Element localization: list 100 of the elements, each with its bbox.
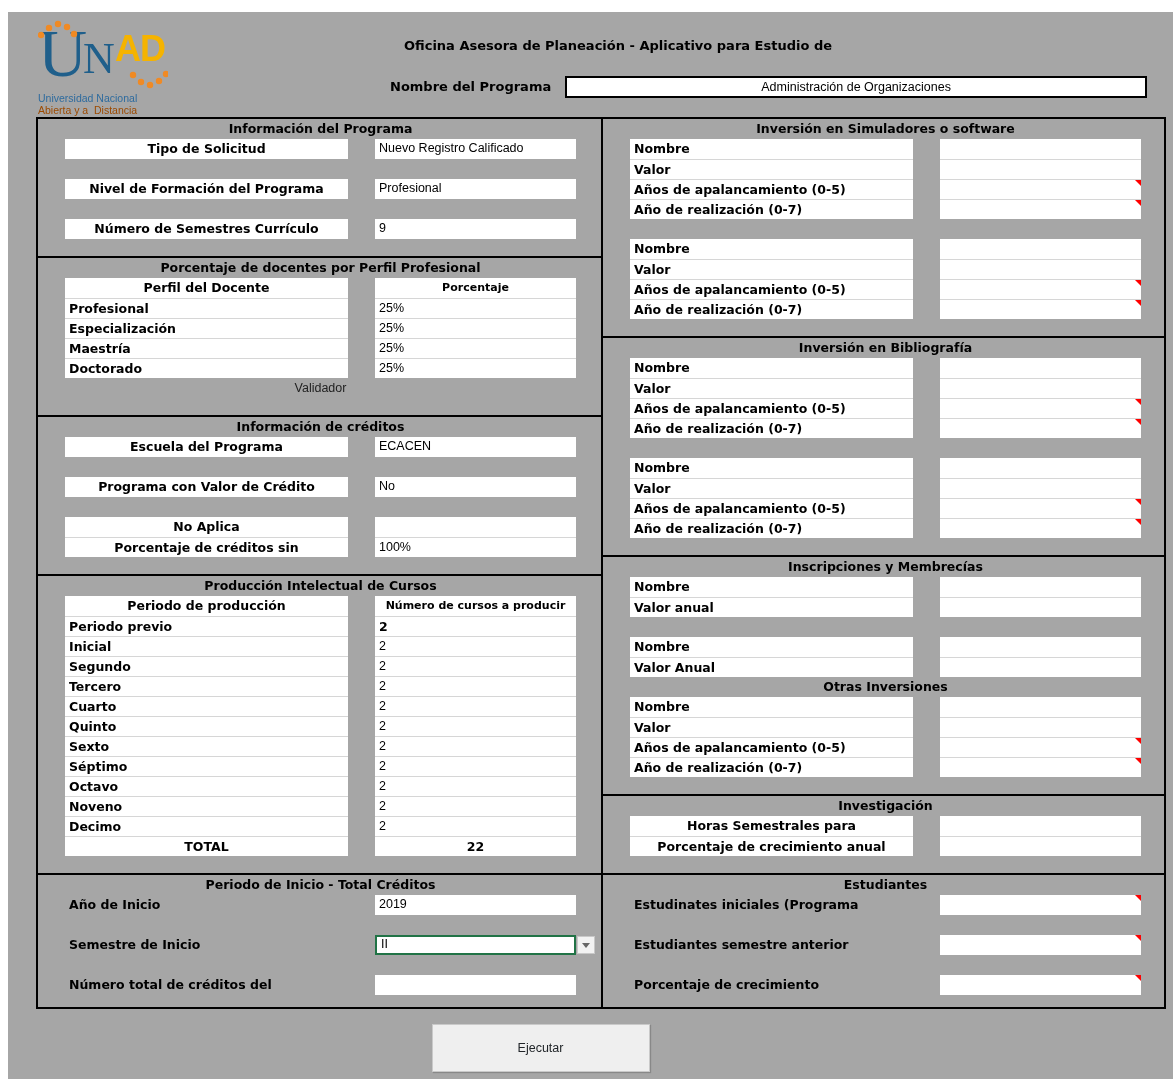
input-field[interactable] bbox=[940, 577, 1141, 597]
input-field[interactable]: Profesional bbox=[375, 179, 576, 199]
field-label: Valor bbox=[630, 378, 913, 398]
input-field[interactable]: 25% bbox=[375, 338, 576, 358]
input-field[interactable] bbox=[940, 418, 1141, 438]
input-field[interactable]: ECACEN bbox=[375, 437, 576, 457]
input-field[interactable]: 25% bbox=[375, 358, 576, 378]
field-label: Estudinates iniciales (Programa bbox=[633, 896, 860, 914]
field-label: Año de Inicio bbox=[68, 896, 162, 914]
field-label: No Aplica bbox=[65, 517, 348, 537]
input-field[interactable] bbox=[940, 597, 1141, 617]
section-title: Información del Programa bbox=[228, 120, 413, 138]
section-title: Información de créditos bbox=[236, 418, 405, 436]
input-field[interactable] bbox=[940, 697, 1141, 717]
input-field[interactable]: 2 bbox=[375, 736, 576, 756]
input-field[interactable]: Nuevo Registro Calificado bbox=[375, 139, 576, 159]
input-field[interactable] bbox=[940, 757, 1141, 777]
input-field[interactable]: 2019 bbox=[375, 895, 576, 915]
field-label: Valor Anual bbox=[630, 657, 913, 677]
input-field[interactable]: 2 bbox=[375, 656, 576, 676]
input-field[interactable]: 9 bbox=[375, 219, 576, 239]
input-field[interactable] bbox=[940, 816, 1141, 836]
field-label: Porcentaje de créditos sin bbox=[65, 537, 348, 557]
field-label: Segundo bbox=[65, 656, 348, 676]
input-field[interactable]: 2 bbox=[375, 696, 576, 716]
input-field[interactable] bbox=[940, 159, 1141, 179]
column-header: Porcentaje bbox=[375, 278, 576, 298]
logo-text: AD bbox=[114, 31, 165, 67]
field-label: Nombre bbox=[630, 239, 913, 259]
field-label: Número de Semestres Currículo bbox=[65, 219, 348, 239]
field-label: Octavo bbox=[65, 776, 348, 796]
input-field[interactable] bbox=[940, 975, 1141, 995]
input-field[interactable] bbox=[940, 259, 1141, 279]
field-label: Porcentaje de crecimiento bbox=[633, 976, 820, 994]
caret-icon bbox=[582, 942, 590, 948]
input-field[interactable] bbox=[940, 895, 1141, 915]
input-field[interactable] bbox=[940, 637, 1141, 657]
input-field[interactable] bbox=[940, 935, 1141, 955]
dropdown-button[interactable] bbox=[577, 936, 595, 954]
field-label: Valor bbox=[630, 717, 913, 737]
input-field[interactable]: 2 bbox=[375, 616, 576, 636]
input-field[interactable]: 2 bbox=[375, 676, 576, 696]
field-label: Doctorado bbox=[65, 358, 348, 378]
input-field[interactable]: 2 bbox=[375, 716, 576, 736]
field-label: Decimo bbox=[65, 816, 348, 836]
field-label: Número total de créditos del bbox=[68, 976, 273, 994]
input-field[interactable] bbox=[940, 836, 1141, 856]
field-label: Años de apalancamiento (0-5) bbox=[630, 179, 913, 199]
input-field[interactable]: II bbox=[375, 935, 576, 955]
input-field[interactable] bbox=[940, 139, 1141, 159]
field-label: Nombre del Programa bbox=[390, 78, 552, 97]
input-field[interactable] bbox=[940, 358, 1141, 378]
input-field[interactable]: 2 bbox=[375, 756, 576, 776]
input-field[interactable]: 2 bbox=[375, 776, 576, 796]
field-label: Noveno bbox=[65, 796, 348, 816]
page-title: Oficina Asesora de Planeación - Aplicativo para Estudio de bbox=[403, 37, 833, 55]
input-field[interactable] bbox=[940, 657, 1141, 677]
input-field[interactable] bbox=[940, 279, 1141, 299]
section-title: Periodo de Inicio - Total Créditos bbox=[205, 876, 436, 894]
field-label: Séptimo bbox=[65, 756, 348, 776]
input-field[interactable]: No bbox=[375, 477, 576, 497]
input-field[interactable] bbox=[375, 975, 576, 995]
input-field[interactable] bbox=[940, 458, 1141, 478]
input-field[interactable] bbox=[940, 498, 1141, 518]
field-label: Años de apalancamiento (0-5) bbox=[630, 737, 913, 757]
section-title: Inscripciones y Membrecías bbox=[788, 558, 983, 576]
input-field[interactable] bbox=[940, 398, 1141, 418]
field-label: Maestría bbox=[65, 338, 348, 358]
input-field[interactable]: 2 bbox=[375, 796, 576, 816]
field-label: Estudiantes semestre anterior bbox=[633, 936, 850, 954]
execute-button[interactable]: Ejecutar bbox=[431, 1024, 650, 1072]
input-field[interactable]: 2 bbox=[375, 816, 576, 836]
column-header: Número de cursos a producir bbox=[375, 596, 576, 616]
input-field[interactable] bbox=[940, 518, 1141, 538]
input-field[interactable] bbox=[940, 478, 1141, 498]
input-field[interactable]: 2 bbox=[375, 636, 576, 656]
section-subtitle: Otras Inversiones bbox=[823, 678, 948, 696]
input-field[interactable] bbox=[940, 239, 1141, 259]
input-field[interactable] bbox=[940, 737, 1141, 757]
input-field[interactable] bbox=[375, 517, 576, 537]
input-field[interactable]: 25% bbox=[375, 318, 576, 338]
section-title: Inversión en Bibliografía bbox=[798, 339, 973, 357]
input-field[interactable]: Administración de Organizaciones bbox=[565, 76, 1147, 98]
field-label: Nombre bbox=[630, 358, 913, 378]
field-label: Semestre de Inicio bbox=[68, 936, 202, 954]
input-field[interactable] bbox=[940, 199, 1141, 219]
section-title: Producción Intelectual de Cursos bbox=[204, 577, 437, 595]
total-value: 22 bbox=[375, 836, 576, 856]
input-field[interactable] bbox=[940, 179, 1141, 199]
logo-tagline: Abierta y a Distancia bbox=[38, 104, 139, 117]
field-label: Valor bbox=[630, 259, 913, 279]
field-label: Nombre bbox=[630, 697, 913, 717]
section-title: Porcentaje de docentes por Perfil Profesional bbox=[160, 259, 481, 277]
input-field[interactable] bbox=[940, 717, 1141, 737]
input-field[interactable] bbox=[940, 299, 1141, 319]
input-field[interactable] bbox=[940, 378, 1141, 398]
field-label: Años de apalancamiento (0-5) bbox=[630, 498, 913, 518]
input-field[interactable]: 25% bbox=[375, 298, 576, 318]
input-field[interactable]: 100% bbox=[375, 537, 576, 557]
field-label: Nombre bbox=[630, 637, 913, 657]
